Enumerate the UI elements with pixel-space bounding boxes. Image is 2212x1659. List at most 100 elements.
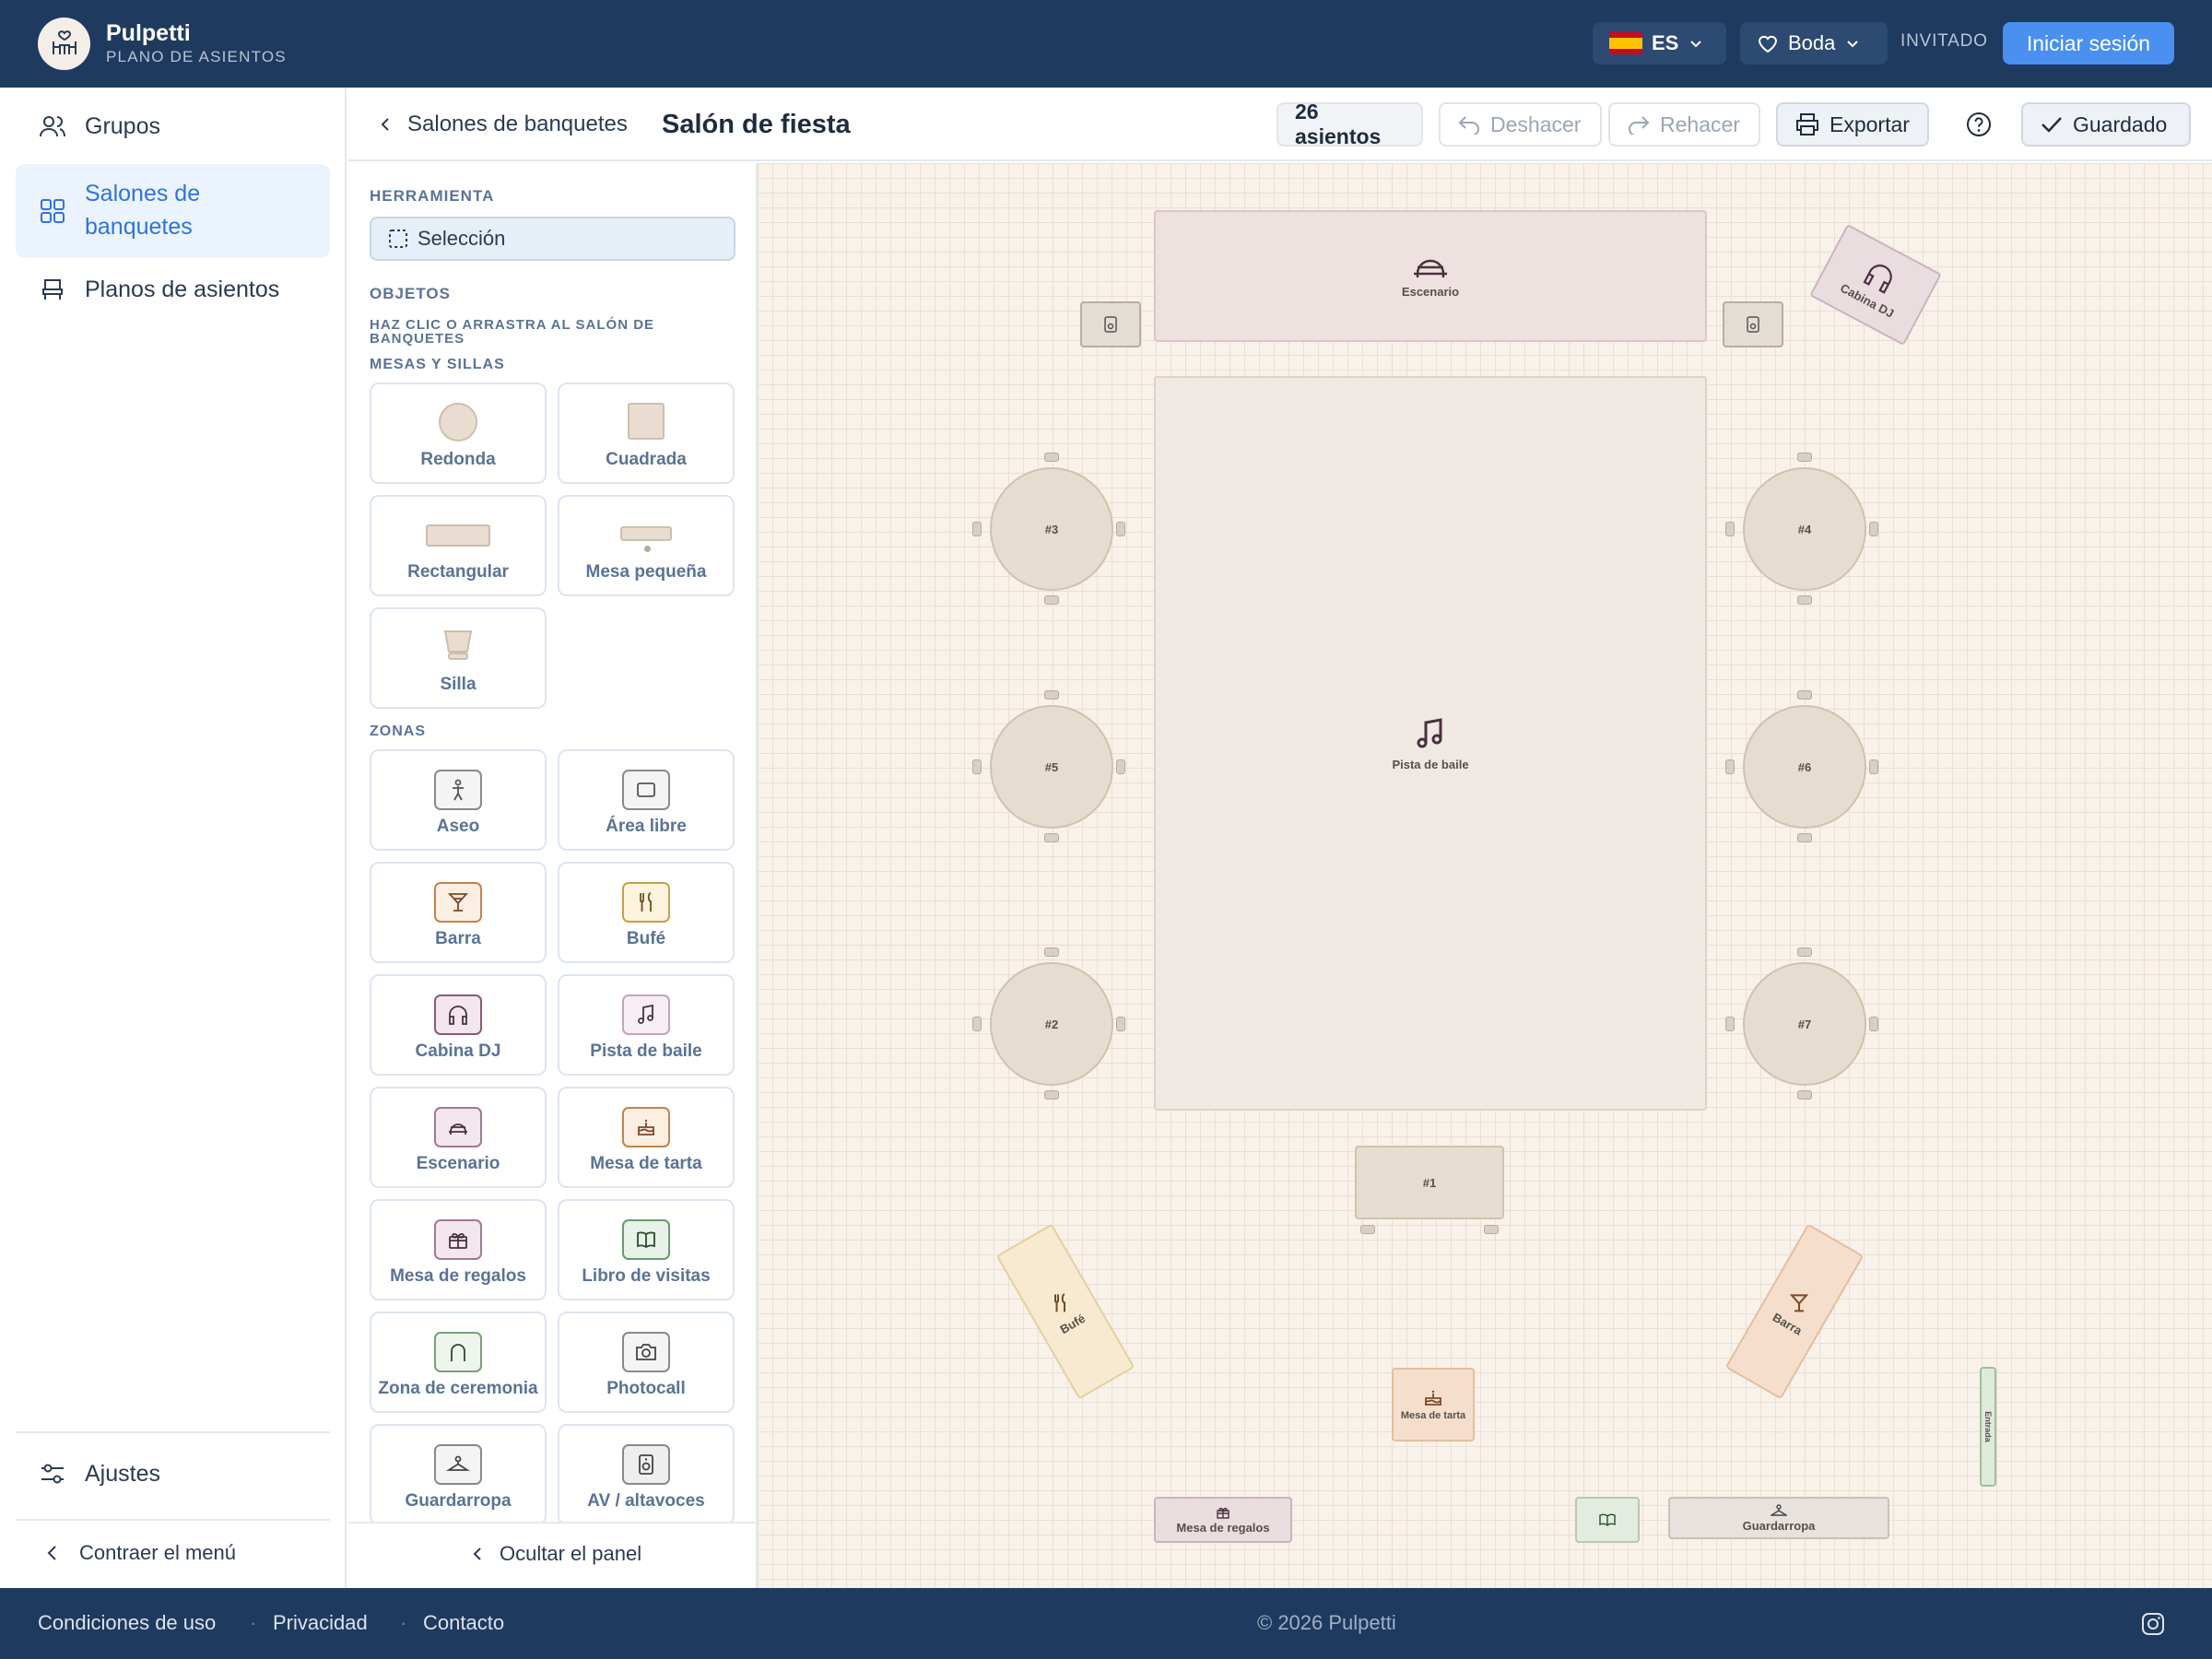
back-button[interactable]: Salones de banquetes	[376, 102, 628, 147]
zone-label: Libro de visitas	[582, 1266, 711, 1286]
stage-zone[interactable]: Escenario	[1154, 210, 1707, 342]
music-note-icon	[1417, 718, 1442, 748]
zone-ceremony[interactable]: Zona de ceremonia	[370, 1312, 547, 1413]
round-table-2[interactable]: #2	[990, 962, 1113, 1086]
chair[interactable]	[1797, 833, 1812, 842]
chair[interactable]	[1797, 947, 1812, 957]
chair[interactable]	[972, 1017, 982, 1031]
sidebar-item-banquet-halls[interactable]: Salones de banquetes	[16, 164, 330, 258]
entrance-zone[interactable]: Entrada	[1980, 1367, 1996, 1487]
zone-free-area[interactable]: Área libre	[558, 749, 735, 851]
chair[interactable]	[1797, 1090, 1812, 1100]
gift-table-zone[interactable]: Mesa de regalos	[1154, 1497, 1292, 1543]
floor-plan-canvas[interactable]: Escenario Cabina DJ Pista de baile #3 #4…	[758, 163, 2212, 1588]
chair[interactable]	[1869, 1017, 1878, 1031]
object-square-table[interactable]: Cuadrada	[558, 382, 735, 484]
zone-restroom[interactable]: Aseo	[370, 749, 547, 851]
buffet-zone[interactable]: Bufé	[995, 1223, 1135, 1400]
zone-label: Bufé	[626, 929, 666, 948]
object-chair[interactable]: Silla	[370, 607, 547, 709]
zone-bar[interactable]: Barra	[370, 862, 547, 963]
music-note-icon	[622, 994, 670, 1035]
round-table-6[interactable]: #6	[1743, 705, 1866, 829]
chair[interactable]	[1484, 1225, 1499, 1234]
undo-button[interactable]: Deshacer	[1439, 102, 1602, 147]
round-table-7[interactable]: #7	[1743, 962, 1866, 1086]
chair[interactable]	[1116, 522, 1125, 536]
sidebar-item-groups[interactable]: Grupos	[16, 106, 330, 147]
cake-table-zone[interactable]: Mesa de tarta	[1392, 1368, 1475, 1441]
zone-cloakroom[interactable]: Guardarropa	[370, 1424, 547, 1525]
selection-icon	[389, 229, 407, 248]
cloakroom-zone[interactable]: Guardarropa	[1668, 1497, 1889, 1539]
chair[interactable]	[1797, 690, 1812, 700]
footer-link-privacy[interactable]: Privacidad	[273, 1611, 368, 1635]
redo-icon	[1629, 116, 1650, 135]
chair[interactable]	[1044, 453, 1059, 462]
help-button[interactable]	[1957, 102, 2001, 147]
collapse-menu-button[interactable]: Contraer el menú	[16, 1535, 330, 1571]
chair[interactable]	[1116, 1017, 1125, 1031]
object-round-table[interactable]: Redonda	[370, 382, 547, 484]
logo[interactable]	[38, 18, 90, 70]
chair[interactable]	[1044, 947, 1059, 957]
round-table-3[interactable]: #3	[990, 467, 1113, 591]
chair[interactable]	[1797, 453, 1812, 462]
chair[interactable]	[1725, 759, 1735, 774]
saved-status-button[interactable]: Guardado	[2021, 102, 2191, 147]
chair[interactable]	[1044, 1090, 1059, 1100]
zone-av-speakers[interactable]: AV / altavoces	[558, 1424, 735, 1525]
zone-label: Zona de ceremonia	[378, 1379, 538, 1398]
dance-floor-zone[interactable]: Pista de baile	[1154, 376, 1707, 1111]
zone-photocall[interactable]: Photocall	[558, 1312, 735, 1413]
hide-panel-button[interactable]: Ocultar el panel	[468, 1542, 641, 1566]
object-small-table[interactable]: Mesa pequeña	[558, 495, 735, 596]
chair[interactable]	[972, 522, 982, 536]
chair[interactable]	[972, 759, 982, 774]
speaker-right[interactable]	[1723, 301, 1783, 347]
stage-label: Escenario	[1401, 285, 1460, 299]
instagram-icon[interactable]	[2140, 1611, 2166, 1637]
zone-stage[interactable]: Escenario	[370, 1087, 547, 1188]
footer-link-contact[interactable]: Contacto	[423, 1611, 504, 1635]
language-label: ES	[1652, 31, 1679, 54]
chair[interactable]	[1797, 595, 1812, 605]
chair[interactable]	[1869, 522, 1878, 536]
zone-dance-floor[interactable]: Pista de baile	[558, 974, 735, 1076]
object-label: Cuadrada	[606, 450, 687, 469]
chair[interactable]	[1360, 1225, 1375, 1234]
zone-cake-table[interactable]: Mesa de tarta	[558, 1087, 735, 1188]
redo-button[interactable]: Rehacer	[1608, 102, 1760, 147]
speaker-left[interactable]	[1080, 301, 1141, 347]
speaker-icon	[1104, 316, 1117, 333]
chair[interactable]	[1044, 833, 1059, 842]
login-button[interactable]: Iniciar sesión	[2003, 22, 2174, 65]
objects-heading: OBJETOS	[370, 285, 451, 302]
chair[interactable]	[1044, 595, 1059, 605]
chair[interactable]	[1725, 522, 1735, 536]
export-button[interactable]: Exportar	[1776, 102, 1929, 147]
chair[interactable]	[1116, 759, 1125, 774]
selection-tool-button[interactable]: Selección	[370, 217, 735, 261]
object-label: Silla	[440, 675, 477, 694]
zone-guest-book[interactable]: Libro de visitas	[558, 1199, 735, 1300]
language-select[interactable]: ES	[1593, 22, 1726, 65]
object-rectangular-table[interactable]: Rectangular	[370, 495, 547, 596]
round-table-4[interactable]: #4	[1743, 467, 1866, 591]
round-table-5[interactable]: #5	[990, 705, 1113, 829]
event-select[interactable]: Boda	[1740, 22, 1888, 65]
dj-booth-zone[interactable]: Cabina DJ	[1809, 223, 1942, 347]
zone-dj-booth[interactable]: Cabina DJ	[370, 974, 547, 1076]
sidebar-item-settings[interactable]: Ajustes	[16, 1453, 330, 1494]
chair[interactable]	[1869, 759, 1878, 774]
footer-link-terms[interactable]: Condiciones de uso	[38, 1611, 216, 1635]
chair[interactable]	[1725, 1017, 1735, 1031]
guest-book-zone[interactable]	[1575, 1497, 1640, 1543]
sidebar-item-seating-plans[interactable]: Planos de asientos	[16, 269, 330, 310]
zone-buffet[interactable]: Bufé	[558, 862, 735, 963]
rect-table-1[interactable]: #1	[1355, 1146, 1504, 1219]
zone-gift-table[interactable]: Mesa de regalos	[370, 1199, 547, 1300]
bar-zone[interactable]: Barra	[1724, 1223, 1865, 1400]
zone-label: Mesa de tarta	[590, 1154, 702, 1173]
chair[interactable]	[1044, 690, 1059, 700]
